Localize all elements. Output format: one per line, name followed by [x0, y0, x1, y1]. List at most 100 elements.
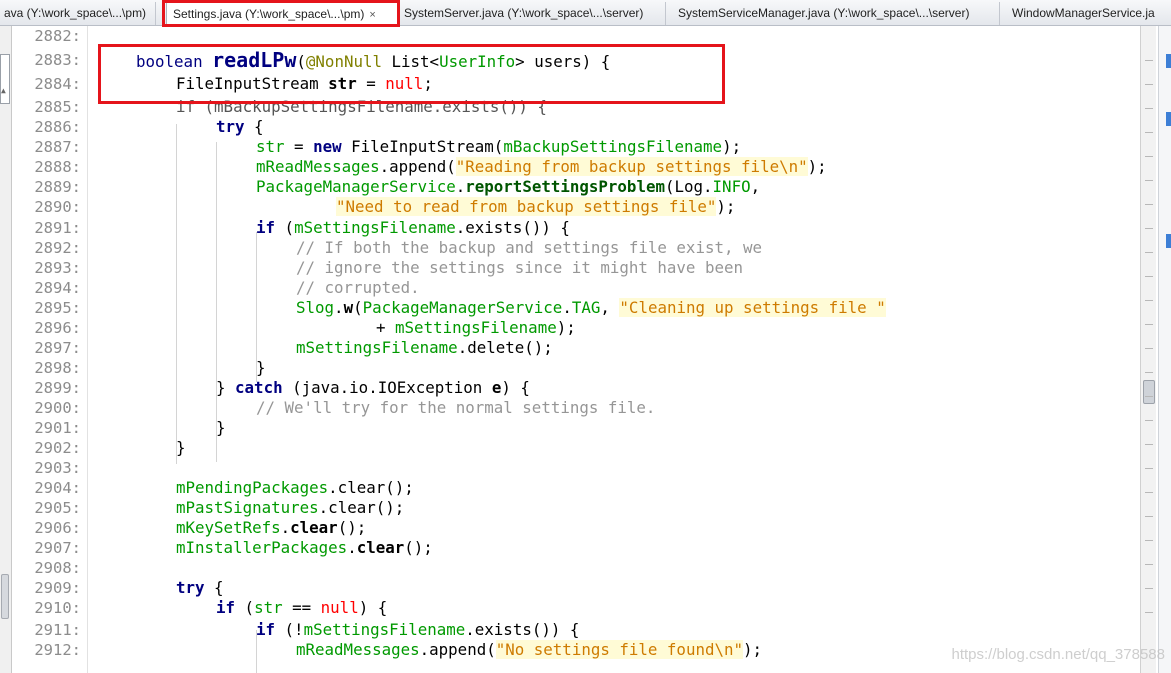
line-number: 2884:: [34, 75, 81, 93]
line-number: 2912:: [34, 641, 81, 659]
code-token: PackageManagerService: [256, 177, 456, 196]
line-number-gutter: 2882: 2883: 2884: 2885: 2886: 2887: 2888: 2889:…: [12, 26, 88, 673]
tab-label: WindowManagerService.ja: [1012, 6, 1155, 20]
code-token: .exists()) {: [455, 218, 570, 237]
line-number: 2904:: [34, 479, 81, 497]
code-token: "Need to read from backup settings file": [336, 197, 717, 216]
line-number: 2899:: [34, 379, 81, 397]
scroll-tick: [1145, 180, 1153, 181]
code-line-2899: } catch (java.io.IOException e) {: [216, 378, 530, 398]
code-token: mSettingsFilename: [395, 318, 557, 337]
code-token: .: [347, 538, 357, 557]
code-token: mReadMessages: [296, 640, 420, 659]
line-number: 2901:: [34, 419, 81, 437]
code-line-2898: }: [256, 358, 266, 377]
code-line-2886: try {: [216, 117, 264, 137]
code-token: mSettingsFilename: [296, 338, 458, 357]
code-token: (!: [275, 620, 304, 639]
tab-settings-java[interactable]: Settings.java (Y:\work_space\...\pm) ×: [166, 2, 398, 25]
keyword: boolean: [136, 52, 203, 71]
line-number: 2906:: [34, 519, 81, 537]
scroll-tick: [1145, 324, 1153, 325]
scroll-tick: [1145, 444, 1153, 445]
code-token: );: [722, 137, 742, 156]
code-token: mInstallerPackages: [176, 538, 348, 557]
code-token: );: [556, 318, 576, 337]
line-number: 2911:: [34, 621, 81, 639]
code-line-2900: // We'll try for the normal settings fil…: [256, 398, 656, 417]
scroll-tick: [1145, 540, 1153, 541]
line-number: 2900:: [34, 399, 81, 417]
navigator-scroll-thumb[interactable]: [1, 574, 9, 619]
scroll-up-arrow-icon[interactable]: ▲: [1, 86, 6, 95]
code-token: if: [256, 218, 276, 237]
code-token: str: [256, 137, 285, 156]
code-token: .append(: [419, 640, 496, 659]
scroll-tick: [1145, 252, 1153, 253]
line-number: 2897:: [34, 339, 81, 357]
line-number: 2890:: [34, 198, 81, 216]
tab-label: SystemServer.java (Y:\work_space\...\ser…: [404, 6, 644, 20]
code-token: =: [284, 137, 314, 156]
navigator-panel[interactable]: [0, 54, 10, 104]
line-number: 2886:: [34, 118, 81, 136]
scroll-thumb[interactable]: [1143, 380, 1155, 404]
scroll-tick: [1145, 300, 1153, 301]
code-token: (Log.: [664, 177, 713, 196]
code-token: {: [244, 117, 264, 136]
tab-pm-java[interactable]: ava (Y:\work_space\...\pm): [0, 2, 156, 25]
code-token: ();: [404, 538, 433, 557]
code-token: ==: [282, 598, 321, 617]
code-token: null: [320, 598, 359, 617]
code-token: }: [216, 378, 236, 397]
code-token: try: [176, 578, 205, 597]
stripe-marker[interactable]: [1166, 234, 1171, 248]
scroll-tick: [1145, 276, 1153, 277]
scroll-tick: [1145, 132, 1153, 133]
code-line-2892: // If both the backup and settings file …: [296, 238, 763, 257]
code-token: if: [256, 620, 276, 639]
code-token: ,: [600, 298, 620, 317]
watermark: https://blog.csdn.net/qq_378588: [951, 646, 1165, 663]
code-line-2888: mReadMessages.append("Reading from backu…: [256, 157, 827, 177]
code-token: List<: [391, 52, 440, 71]
code-token: .delete();: [457, 338, 553, 357]
tab-systemserver-java[interactable]: SystemServer.java (Y:\work_space\...\ser…: [398, 2, 666, 25]
code-line-2905: mPastSignatures.clear();: [176, 498, 404, 518]
code-token: > users) {: [515, 52, 611, 71]
code-line-2884: FileInputStream str = null;: [176, 74, 433, 94]
code-token: "No settings file found\n": [495, 640, 744, 659]
code-token: new: [313, 137, 342, 156]
code-line-2897: mSettingsFilename.delete();: [296, 338, 553, 358]
scroll-tick: [1145, 372, 1153, 373]
code-editor[interactable]: boolean readLPw(@NonNull List<UserInfo> …: [96, 26, 1140, 673]
code-token: INFO: [712, 177, 751, 196]
code-token: ,: [750, 177, 761, 196]
scroll-tick: [1145, 60, 1153, 61]
code-token: .: [280, 518, 291, 537]
code-token: FileInputStream(: [341, 137, 504, 156]
code-token: =: [356, 74, 386, 93]
code-line-2890: "Need to read from backup settings file"…: [336, 197, 735, 217]
code-token: clear: [290, 518, 338, 537]
close-icon[interactable]: ×: [369, 9, 375, 21]
line-number: 2910:: [34, 599, 81, 617]
line-number: 2895:: [34, 299, 81, 317]
line-number: 2883:: [34, 51, 81, 69]
code-token: mReadMessages: [256, 157, 380, 176]
code-token: Slog: [296, 298, 335, 317]
line-number: 2909:: [34, 579, 81, 597]
vertical-scrollbar[interactable]: [1140, 26, 1156, 673]
code-token: reportSettingsProblem: [465, 177, 665, 196]
line-number: 2889:: [34, 178, 81, 196]
tab-windowmanagerservice-java[interactable]: WindowManagerService.ja: [1006, 2, 1171, 25]
stripe-marker[interactable]: [1166, 112, 1171, 126]
scroll-tick: [1145, 396, 1153, 397]
code-line-2889: PackageManagerService.reportSettingsProb…: [256, 177, 760, 197]
code-line-2896: + mSettingsFilename);: [376, 318, 576, 338]
code-token: ) {: [501, 378, 530, 397]
code-token: .clear();: [318, 498, 405, 517]
line-number: 2892:: [34, 239, 81, 257]
tab-systemservicemanager-java[interactable]: SystemServiceManager.java (Y:\work_space…: [672, 2, 1000, 25]
stripe-marker[interactable]: [1166, 54, 1171, 68]
